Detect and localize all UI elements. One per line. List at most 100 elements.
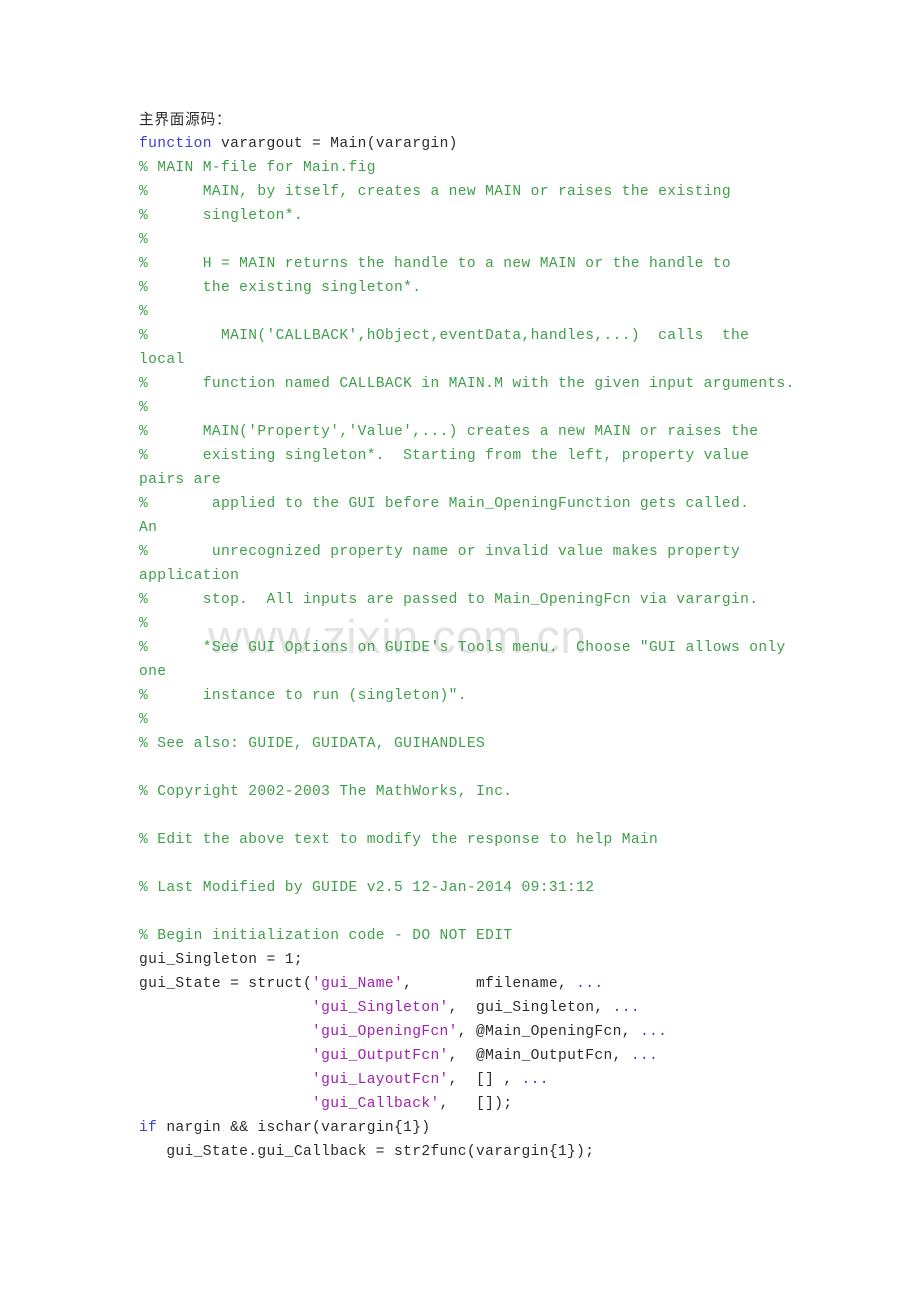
code-token: if: [139, 1120, 158, 1136]
code-token: % MAIN('CALLBACK',hObject,eventData,hand…: [139, 328, 750, 344]
code-line: pairs are: [139, 468, 839, 492]
code-token: % Edit the above text to modify the resp…: [139, 832, 659, 848]
code-line: %: [139, 612, 839, 636]
code-token: %: [139, 304, 149, 320]
code-token: % unrecognized property name or invalid …: [139, 544, 741, 560]
code-token: % MAIN, by itself, creates a new MAIN or…: [139, 184, 731, 200]
code-line: one: [139, 660, 839, 684]
code-token: %: [139, 232, 149, 248]
code-line: An: [139, 516, 839, 540]
code-line: %: [139, 228, 839, 252]
code-token: %: [139, 616, 149, 632]
code-token: % Begin initialization code - DO NOT EDI…: [139, 928, 513, 944]
code-line: 'gui_Singleton', gui_Singleton, ...: [139, 996, 839, 1020]
code-line: % the existing singleton*.: [139, 276, 839, 300]
code-line: 'gui_OutputFcn', @Main_OutputFcn, ...: [139, 1044, 839, 1068]
section-heading: 主界面源码：: [139, 108, 839, 132]
code-token: % Last Modified by GUIDE v2.5 12-Jan-201…: [139, 880, 595, 896]
code-line: % applied to the GUI before Main_Opening…: [139, 492, 839, 516]
code-token: , @Main_OpeningFcn,: [457, 1024, 640, 1040]
code-token: 'gui_LayoutFcn': [312, 1072, 449, 1088]
code-line: % Edit the above text to modify the resp…: [139, 828, 839, 852]
document-page: www.zixin.com.cn 主界面源码： function varargou…: [0, 0, 920, 1302]
code-token: % MAIN('Property','Value',...) creates a…: [139, 424, 759, 440]
code-token: % H = MAIN returns the handle to a new M…: [139, 256, 731, 272]
code-token: 'gui_Name': [312, 976, 404, 992]
code-line: % singleton*.: [139, 204, 839, 228]
code-line: % MAIN M-file for Main.fig: [139, 156, 839, 180]
code-token: % function named CALLBACK in MAIN.M with…: [139, 376, 795, 392]
code-line: gui_State.gui_Callback = str2func(vararg…: [139, 1140, 839, 1164]
code-token: ...: [630, 1048, 659, 1064]
code-line: %: [139, 300, 839, 324]
code-line: % existing singleton*. Starting from the…: [139, 444, 839, 468]
code-token: % the existing singleton*.: [139, 280, 422, 296]
code-line: % MAIN('CALLBACK',hObject,eventData,hand…: [139, 324, 839, 348]
code-token: varargout = Main(varargin): [211, 136, 458, 152]
code-line: 'gui_OpeningFcn', @Main_OpeningFcn, ...: [139, 1020, 839, 1044]
code-line: function varargout = Main(varargin): [139, 132, 839, 156]
code-token: gui_State.gui_Callback = str2func(vararg…: [139, 1144, 595, 1160]
code-line: local: [139, 348, 839, 372]
code-token: % stop. All inputs are passed to Main_Op…: [139, 592, 759, 608]
code-line: % MAIN, by itself, creates a new MAIN or…: [139, 180, 839, 204]
code-token: , []);: [439, 1096, 513, 1112]
code-line: % instance to run (singleton)".: [139, 684, 839, 708]
code-line: % Copyright 2002-2003 The MathWorks, Inc…: [139, 780, 839, 804]
code-line: 'gui_LayoutFcn', [] , ...: [139, 1068, 839, 1092]
code-token: gui_Singleton = 1;: [139, 952, 303, 968]
code-token: ...: [521, 1072, 549, 1088]
code-token: one: [139, 664, 167, 680]
code-token: % applied to the GUI before Main_Opening…: [139, 496, 750, 512]
code-line: %: [139, 708, 839, 732]
code-line: % stop. All inputs are passed to Main_Op…: [139, 588, 839, 612]
code-token: local: [139, 352, 185, 368]
code-token: % existing singleton*. Starting from the…: [139, 448, 750, 464]
code-token: %: [139, 400, 149, 416]
code-line: % Last Modified by GUIDE v2.5 12-Jan-201…: [139, 876, 839, 900]
code-token: % See also: GUIDE, GUIDATA, GUIHANDLES: [139, 736, 486, 752]
code-token: % MAIN M-file for Main.fig: [139, 160, 376, 176]
code-token: %: [139, 712, 149, 728]
code-token: % instance to run (singleton)".: [139, 688, 467, 704]
code-token: ...: [576, 976, 604, 992]
code-token: % singleton*.: [139, 208, 303, 224]
code-token: nargin && ischar(varargin{1}): [157, 1120, 431, 1136]
code-token: 'gui_Singleton': [312, 1000, 449, 1016]
code-token: , @Main_OutputFcn,: [448, 1048, 631, 1064]
code-line: % *See GUI Options on GUIDE's Tools menu…: [139, 636, 839, 660]
code-line: gui_Singleton = 1;: [139, 948, 839, 972]
code-token: % *See GUI Options on GUIDE's Tools menu…: [139, 640, 786, 656]
code-line: % See also: GUIDE, GUIDATA, GUIHANDLES: [139, 732, 839, 756]
code-token: ...: [612, 1000, 640, 1016]
code-token: 主界面源码：: [139, 111, 232, 128]
code-line: % function named CALLBACK in MAIN.M with…: [139, 372, 839, 396]
code-token: An: [139, 520, 158, 536]
code-token: , [] ,: [448, 1072, 522, 1088]
code-line: % unrecognized property name or invalid …: [139, 540, 839, 564]
code-line: gui_State = struct('gui_Name', mfilename…: [139, 972, 839, 996]
code-token: 'gui_OpeningFcn': [312, 1024, 458, 1040]
code-line: 'gui_Callback', []);: [139, 1092, 839, 1116]
code-token: , mfilename,: [403, 976, 577, 992]
code-token: ...: [639, 1024, 668, 1040]
code-token: , gui_Singleton,: [448, 1000, 613, 1016]
code-line: application: [139, 564, 839, 588]
code-line: % Begin initialization code - DO NOT EDI…: [139, 924, 839, 948]
code-line: % H = MAIN returns the handle to a new M…: [139, 252, 839, 276]
code-token: pairs are: [139, 472, 221, 488]
code-line: if nargin && ischar(varargin{1}): [139, 1116, 839, 1140]
code-token: 'gui_Callback': [312, 1096, 440, 1112]
code-token: gui_State = struct(: [139, 976, 313, 992]
code-line: % MAIN('Property','Value',...) creates a…: [139, 420, 839, 444]
code-listing: 主界面源码： function varargout = Main(varargin…: [139, 108, 839, 1164]
code-token: 'gui_OutputFcn': [312, 1048, 449, 1064]
